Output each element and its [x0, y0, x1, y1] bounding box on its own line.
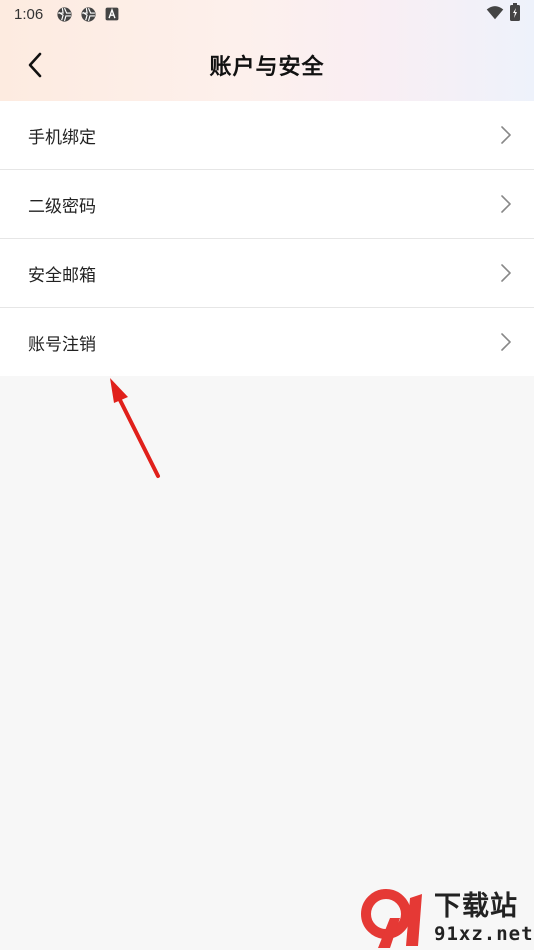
menu-item-label: 二级密码 — [28, 196, 96, 217]
watermark: 下载站 91xz.net — [360, 888, 534, 950]
app-header: 账户与安全 — [0, 28, 534, 101]
status-time: 1:06 — [14, 5, 44, 23]
watermark-logo-icon — [361, 889, 422, 948]
back-button[interactable] — [18, 48, 52, 82]
chevron-right-icon — [498, 193, 514, 215]
battery-charging-icon — [510, 3, 520, 25]
menu-item-security-email[interactable]: 安全邮箱 — [0, 239, 534, 308]
a-square-icon — [103, 5, 121, 23]
menu-item-label: 安全邮箱 — [28, 265, 96, 286]
menu-item-secondary-password[interactable]: 二级密码 — [0, 170, 534, 239]
chevron-left-icon — [28, 52, 42, 78]
page-title: 账户与安全 — [209, 54, 325, 80]
annotation-arrow-icon — [110, 378, 160, 478]
menu-item-phone-binding[interactable]: 手机绑定 — [0, 101, 534, 170]
aperture-icon — [55, 5, 73, 23]
status-right — [486, 3, 520, 25]
menu-item-account-deletion[interactable]: 账号注销 — [0, 308, 534, 376]
chevron-right-icon — [498, 262, 514, 284]
chevron-right-icon — [498, 331, 514, 353]
chevron-right-icon — [498, 124, 514, 146]
aperture-icon — [79, 5, 97, 23]
settings-menu: 手机绑定 二级密码 安全邮箱 账号注销 — [0, 101, 534, 376]
watermark-domain: 91xz.net — [434, 923, 534, 945]
menu-item-label: 手机绑定 — [28, 127, 96, 148]
status-bar: 1:06 — [0, 0, 534, 28]
menu-item-label: 账号注销 — [28, 334, 96, 355]
wifi-icon — [486, 5, 504, 24]
watermark-text: 下载站 — [434, 891, 518, 922]
